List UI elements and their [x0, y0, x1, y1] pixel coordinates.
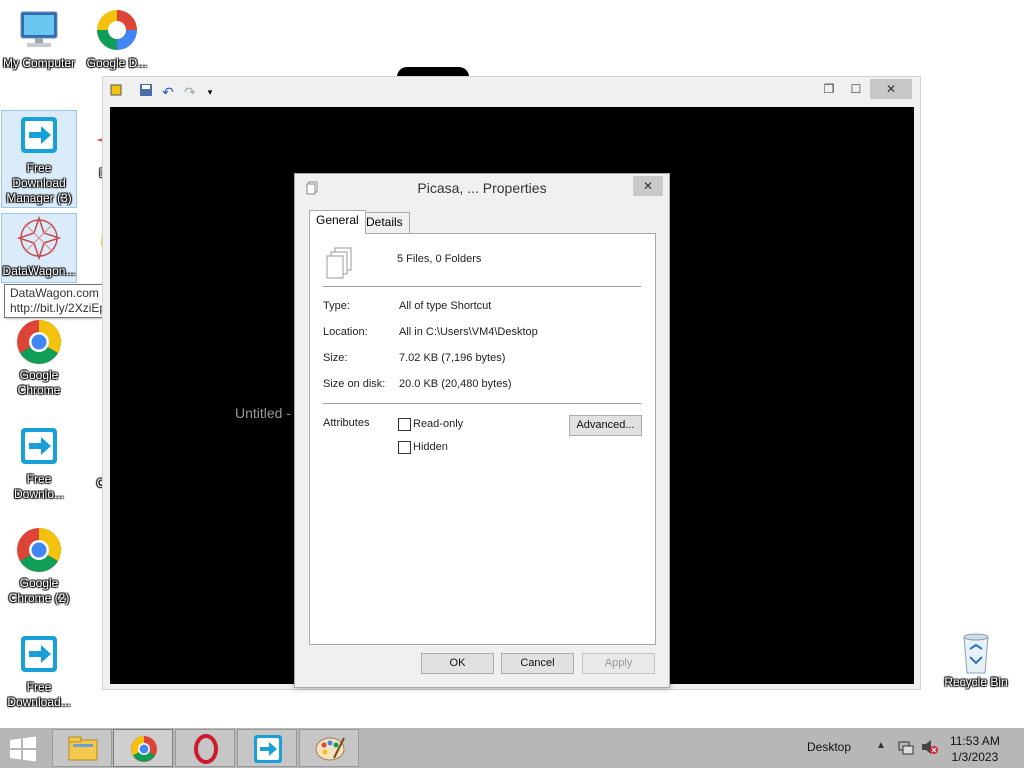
tray-chevron-icon[interactable]: ▲: [876, 740, 886, 751]
readonly-label[interactable]: Read-only: [413, 418, 463, 430]
customize-dropdown-icon[interactable]: ▾: [201, 83, 219, 101]
size-label: Size:: [323, 352, 348, 364]
desktop-icon-label: Google D...: [86, 56, 148, 70]
ghost-window-title: Untitled -: [235, 405, 292, 421]
size-on-disk-label: Size on disk:: [323, 378, 386, 390]
general-panel: 5 Files, 0 Folders Type: All of type Sho…: [309, 233, 656, 645]
desktop-icon-label: Free Download...: [7, 680, 71, 709]
divider: [323, 403, 641, 404]
app-menu-icon[interactable]: [107, 83, 125, 101]
maximize-button[interactable]: ☐: [845, 79, 867, 99]
apply-button[interactable]: Apply: [582, 653, 655, 674]
taskbar-opera[interactable]: [175, 729, 235, 767]
close-button[interactable]: ✕: [870, 79, 912, 99]
multi-file-icon: [325, 246, 355, 283]
hidden-label[interactable]: Hidden: [413, 441, 448, 453]
download-manager-icon: [15, 630, 63, 678]
attributes-label: Attributes: [323, 417, 370, 429]
cancel-button[interactable]: Cancel: [501, 653, 574, 674]
download-manager-icon: [15, 422, 63, 470]
summary-text: 5 Files, 0 Folders: [397, 253, 482, 265]
type-value: All of type Shortcut: [399, 300, 492, 312]
desktop-icon-google-chrome-2[interactable]: Google Chrome (2): [1, 526, 77, 606]
hidden-checkbox[interactable]: [398, 441, 411, 454]
tray-desktop-label[interactable]: Desktop: [807, 740, 851, 754]
taskbar-paint[interactable]: [299, 729, 359, 767]
restore-button[interactable]: ❐: [818, 79, 840, 99]
datawagon-icon: [15, 214, 63, 262]
windows-logo-icon: [10, 736, 36, 762]
google-drive-icon: [93, 6, 141, 54]
divider: [323, 286, 641, 287]
opera-icon: [194, 734, 218, 764]
desktop-icon-label: Google Chrome (2): [8, 576, 70, 605]
clock-time: 11:53 AM: [950, 734, 1000, 748]
desktop-icon-label: Recycle Bin: [944, 675, 1008, 689]
size-on-disk-value: 20.0 KB (20,480 bytes): [399, 378, 512, 390]
advanced-button[interactable]: Advanced...: [569, 415, 642, 436]
system-clock[interactable]: 11:53 AM 1/3/2023: [950, 733, 1000, 765]
desktop-icon-datawagon[interactable]: DataWagon...: [1, 213, 77, 283]
tooltip-line-1: DataWagon.com: [10, 286, 99, 300]
location-label: Location:: [323, 326, 368, 338]
redo-icon[interactable]: ↷: [181, 83, 199, 101]
taskbar-file-explorer[interactable]: [52, 729, 112, 767]
desktop-icon-fdm-2[interactable]: Free Download...: [1, 630, 77, 710]
desktop-icon-recycle-bin[interactable]: Recycle Bin: [943, 631, 1009, 689]
desktop-icon-fdm[interactable]: Free Downlo...: [1, 422, 77, 502]
desktop-icon-google-drive[interactable]: Google D...: [79, 6, 155, 71]
download-manager-icon: [15, 111, 63, 159]
taskbar-chrome[interactable]: [113, 729, 173, 767]
clock-date: 1/3/2023: [951, 750, 999, 764]
download-manager-icon: [254, 735, 282, 763]
tab-details[interactable]: Details: [359, 212, 410, 233]
taskbar: Desktop ▲ 11:53 AM 1/3/2023: [0, 728, 1024, 768]
desktop-icon-fdm-3[interactable]: Free Download Manager (3): [1, 110, 77, 208]
properties-dialog[interactable]: Picasa, ... Properties ✕ General Details…: [294, 173, 670, 688]
dialog-title: Picasa, ... Properties: [417, 180, 547, 196]
size-value: 7.02 KB (7,196 bytes): [399, 352, 506, 364]
desktop-icon-label: Google Chrome: [17, 368, 61, 397]
desktop-icon-my-computer[interactable]: My Computer: [1, 6, 77, 71]
desktop-icon-google-chrome[interactable]: Google Chrome: [1, 318, 77, 398]
desktop-icon-label: Free Download Manager (3): [6, 161, 72, 205]
desktop-icon-label: DataWagon...: [2, 264, 76, 278]
undo-icon[interactable]: ↶: [159, 83, 177, 101]
start-button[interactable]: [8, 736, 38, 762]
desktop-icon-label: My Computer: [2, 56, 76, 70]
taskbar-download-manager[interactable]: [237, 729, 297, 767]
recycle-bin-icon: [956, 631, 996, 675]
volume-muted-icon[interactable]: [921, 739, 939, 758]
readonly-checkbox[interactable]: [398, 418, 411, 431]
ok-button[interactable]: OK: [421, 653, 494, 674]
tooltip-line-2: http://bit.ly/2XziEpT: [10, 301, 114, 315]
app-titlebar[interactable]: ↶ ↷ ▾ ❐ ☐ ✕: [103, 77, 920, 107]
save-icon[interactable]: [137, 83, 155, 101]
type-label: Type:: [323, 300, 350, 312]
computer-icon: [15, 6, 63, 54]
chrome-icon: [131, 736, 157, 762]
chrome-icon: [15, 318, 63, 366]
network-icon[interactable]: [898, 739, 914, 758]
paint-palette-icon: [315, 737, 345, 761]
chrome-icon: [15, 526, 63, 574]
desktop-icon-label: Free Downlo...: [13, 472, 65, 501]
tab-general[interactable]: General: [309, 210, 366, 234]
dialog-close-button[interactable]: ✕: [633, 176, 663, 196]
location-value: All in C:\Users\VM4\Desktop: [399, 326, 538, 338]
folder-icon: [68, 736, 98, 761]
